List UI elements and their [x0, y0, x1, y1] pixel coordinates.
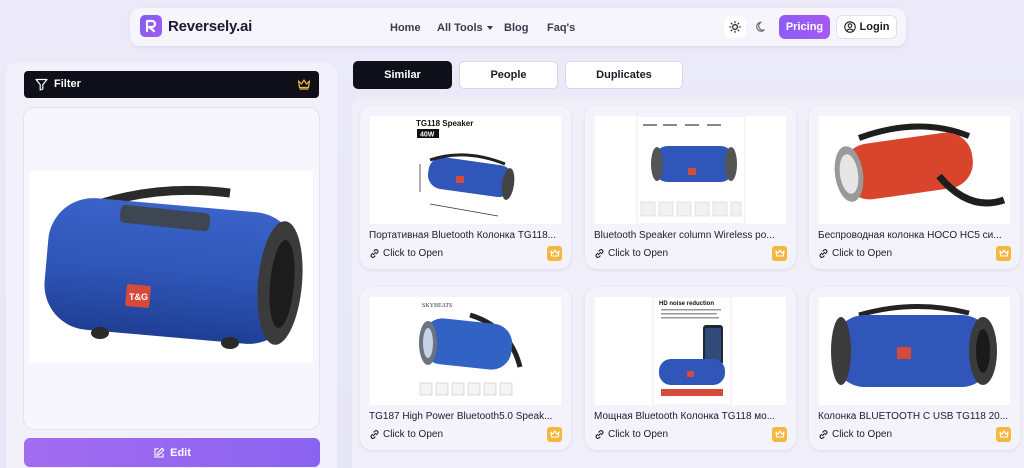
brand-name: Reversely.ai: [168, 17, 253, 35]
sun-icon: [729, 21, 741, 33]
result-title[interactable]: Мощная Bluetooth Колонка TG118 мо...: [594, 411, 787, 422]
result-image[interactable]: [595, 116, 786, 224]
crown-icon: [774, 249, 785, 257]
click-to-open-label: Click to Open: [608, 429, 669, 440]
link-icon: [370, 249, 379, 258]
crown-icon: [774, 430, 785, 438]
click-to-open-link[interactable]: Click to Open: [369, 248, 443, 259]
query-image-card: T&G: [24, 108, 319, 429]
link-icon: [819, 249, 828, 258]
result-card[interactable]: TG118 Speaker 40W Портативная Bluetooth …: [360, 106, 571, 269]
nav-all-tools[interactable]: All Tools: [437, 22, 493, 34]
query-image: T&G: [30, 171, 313, 363]
crown-icon: [297, 79, 311, 90]
click-to-open-label: Click to Open: [383, 248, 444, 259]
nav-home[interactable]: Home: [390, 22, 421, 34]
filter-icon: [35, 78, 48, 91]
reversely-logo-icon: [140, 15, 162, 37]
result-title[interactable]: Bluetooth Speaker column Wireless po...: [594, 230, 787, 241]
premium-crown-button[interactable]: [547, 246, 562, 261]
result-image[interactable]: HD noise reduction: [595, 297, 786, 405]
crown-icon: [549, 430, 560, 438]
click-to-open-link[interactable]: Click to Open: [369, 429, 443, 440]
click-to-open-label: Click to Open: [832, 248, 893, 259]
results-grid: TG118 Speaker 40W Портативная Bluetooth …: [352, 97, 1024, 468]
pricing-button[interactable]: Pricing: [779, 15, 830, 39]
result-card[interactable]: SKYBEATS TG187 High Power Bluetooth5.0 S…: [360, 287, 571, 450]
premium-crown-button[interactable]: [547, 427, 562, 442]
premium-crown-button[interactable]: [772, 246, 787, 261]
nav-all-tools-label: All Tools: [437, 22, 483, 34]
chevron-down-icon: [486, 26, 493, 31]
nav-faqs[interactable]: Faq's: [547, 22, 575, 34]
edit-label: Edit: [170, 446, 191, 459]
image-caption: TG118 Speaker: [416, 119, 473, 128]
edit-button[interactable]: Edit: [24, 438, 320, 467]
crown-icon: [998, 249, 1009, 257]
product-logo-text: T&G: [129, 292, 148, 302]
filter-bar[interactable]: Filter: [24, 71, 319, 98]
top-navbar: Reversely.ai Home All Tools Blog Faq's P…: [130, 8, 906, 46]
crown-icon: [549, 249, 560, 257]
result-title[interactable]: Колонка BLUETOOTH С USB TG118 20...: [818, 411, 1011, 422]
premium-crown-button[interactable]: [996, 246, 1011, 261]
filter-label: Filter: [54, 78, 81, 90]
pencil-square-icon: [154, 447, 165, 458]
result-title[interactable]: TG187 High Power Bluetooth5.0 Speak...: [369, 411, 562, 422]
click-to-open-link[interactable]: Click to Open: [594, 429, 668, 440]
moon-icon: [756, 21, 765, 32]
click-to-open-label: Click to Open: [608, 248, 669, 259]
login-label: Login: [859, 21, 890, 33]
link-icon: [370, 430, 379, 439]
query-panel: Filter T&G Edit: [6, 62, 337, 468]
result-title[interactable]: Беспроводная колонка HOCO HC5 си...: [818, 230, 1011, 241]
light-mode-toggle[interactable]: [724, 16, 746, 38]
user-circle-icon: [843, 21, 856, 33]
brand-logo[interactable]: Reversely.ai: [140, 15, 252, 37]
image-caption: SKYBEATS: [422, 303, 452, 309]
click-to-open-link[interactable]: Click to Open: [818, 429, 892, 440]
click-to-open-label: Click to Open: [383, 429, 444, 440]
result-image[interactable]: [819, 116, 1010, 224]
result-card[interactable]: Bluetooth Speaker column Wireless po... …: [585, 106, 796, 269]
result-title[interactable]: Портативная Bluetooth Колонка TG118...: [369, 230, 562, 241]
premium-crown-button[interactable]: [996, 427, 1011, 442]
link-icon: [595, 430, 604, 439]
link-icon: [819, 430, 828, 439]
click-to-open-link[interactable]: Click to Open: [594, 248, 668, 259]
tab-people[interactable]: People: [459, 61, 558, 89]
click-to-open-link[interactable]: Click to Open: [818, 248, 892, 259]
link-icon: [595, 249, 604, 258]
nav-blog[interactable]: Blog: [504, 22, 528, 34]
image-caption: HD noise reduction: [659, 301, 714, 307]
result-card[interactable]: Колонка BLUETOOTH С USB TG118 20... Clic…: [809, 287, 1020, 450]
dark-mode-toggle[interactable]: [751, 16, 773, 38]
login-button[interactable]: Login: [836, 15, 897, 39]
result-image[interactable]: [819, 297, 1010, 405]
result-card[interactable]: Беспроводная колонка HOCO HC5 си... Clic…: [809, 106, 1020, 269]
result-card[interactable]: HD noise reduction Мощная Bluetooth Коло…: [585, 287, 796, 450]
tab-duplicates[interactable]: Duplicates: [565, 61, 683, 89]
result-image[interactable]: SKYBEATS: [370, 297, 561, 405]
speaker-image: T&G: [44, 185, 303, 349]
click-to-open-label: Click to Open: [832, 429, 893, 440]
premium-crown-button[interactable]: [772, 427, 787, 442]
image-badge: 40W: [420, 132, 435, 139]
tab-similar[interactable]: Similar: [353, 61, 452, 89]
result-image[interactable]: TG118 Speaker 40W: [370, 116, 561, 224]
crown-icon: [998, 430, 1009, 438]
